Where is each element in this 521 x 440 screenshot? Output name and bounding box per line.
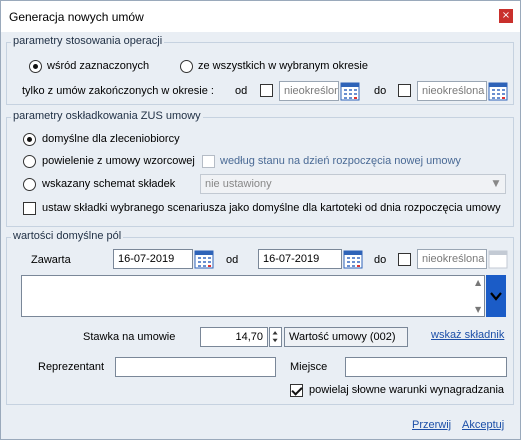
window-title: Generacja nowych umów <box>9 10 144 24</box>
representative-label: Reprezentant <box>38 361 105 373</box>
close-button[interactable]: × <box>499 9 513 23</box>
zawarta-label: Zawarta <box>31 254 71 266</box>
do-checkbox[interactable] <box>398 253 411 266</box>
od-date-field[interactable]: 16-07-2019 <box>258 249 342 269</box>
radio-zus-copy-label: powielenie z umowy wzorcowej <box>42 155 195 167</box>
scheme-select-value: nie ustawiony <box>205 178 272 190</box>
radio-all-in-period-label: ze wszystkich w wybranym okresie <box>198 60 368 72</box>
radio-zus-scheme[interactable] <box>23 178 36 191</box>
radio-all-in-period[interactable] <box>180 60 193 73</box>
ops-to-checkbox[interactable] <box>398 84 411 97</box>
operation-params-title: parametry stosowania operacji <box>11 35 165 47</box>
radio-selected-only[interactable] <box>29 60 42 73</box>
chevron-down-icon[interactable]: ▼ <box>487 175 505 193</box>
zus-params-title: parametry oskładkowania ZUS umowy <box>11 110 203 122</box>
calendar-icon[interactable] <box>340 81 360 101</box>
calendar-icon[interactable] <box>194 249 214 269</box>
ops-to-date-field[interactable]: nieokreślona <box>417 81 487 101</box>
default-values-title: wartości domyślne pól <box>11 230 124 242</box>
notes-memo[interactable]: ▲ ▼ <box>21 275 485 317</box>
chevron-down-icon <box>490 292 502 301</box>
show-component-link[interactable]: wskaż składnik <box>431 329 504 341</box>
radio-zus-copy[interactable] <box>23 155 36 168</box>
do-label: do <box>374 254 387 266</box>
dialog-content: parametry stosowania operacji wśród zazn… <box>1 32 520 439</box>
title-bar: Generacja nowych umów × <box>1 1 520 32</box>
radio-selected-only-label: wśród zaznaczonych <box>47 60 150 72</box>
place-field[interactable] <box>345 357 507 377</box>
ops-from-date-field[interactable]: nieokreślon <box>279 81 339 101</box>
ops-from-checkbox[interactable] <box>260 84 273 97</box>
cancel-link[interactable]: Przerwij <box>412 419 451 431</box>
calendar-icon[interactable] <box>488 249 508 269</box>
set-default-label: ustaw składki wybranego scenariusza jako… <box>42 202 501 214</box>
calendar-icon[interactable] <box>488 81 508 101</box>
representative-field[interactable] <box>115 357 276 377</box>
rate-label: Stawka na umowie <box>83 331 176 343</box>
od-label: od <box>226 254 239 266</box>
ended-only-label: tylko z umów zakończonych w okresie : <box>22 85 214 97</box>
copy-verbal-label: powielaj słowne warunki wynagradzania <box>309 384 505 396</box>
place-label: Miejsce <box>290 361 328 373</box>
radio-zus-scheme-label: wskazany schemat składek <box>42 178 176 190</box>
radio-zus-default-label: domyślne dla zleceniobiorcy <box>42 133 180 145</box>
zawarta-date-field[interactable]: 16-07-2019 <box>113 249 193 269</box>
spinner-arrows-icon <box>272 331 278 343</box>
per-state-checkbox[interactable] <box>202 155 215 168</box>
scroll-down-icon[interactable]: ▼ <box>475 305 481 314</box>
scheme-select[interactable]: nie ustawiony <box>200 174 506 194</box>
accept-link[interactable]: Akceptuj <box>462 419 504 431</box>
copy-verbal-checkbox[interactable] <box>290 384 303 397</box>
rate-spinner[interactable] <box>269 327 282 347</box>
scroll-up-icon[interactable]: ▲ <box>475 278 481 287</box>
ops-to-label: do <box>374 85 387 97</box>
zus-params-group: parametry oskładkowania ZUS umowy domyśl… <box>6 110 514 227</box>
default-values-group: wartości domyślne pól Zawarta 16-07-2019… <box>6 230 514 405</box>
dialog-window: Generacja nowych umów × parametry stosow… <box>0 0 521 440</box>
radio-zus-default[interactable] <box>23 133 36 146</box>
set-default-checkbox[interactable] <box>23 202 36 215</box>
do-date-field[interactable]: nieokreślona <box>417 249 487 269</box>
rate-field[interactable]: 14,70 <box>200 327 268 347</box>
calendar-icon[interactable] <box>343 249 363 269</box>
contract-value-box: Wartość umowy (002) <box>284 327 408 347</box>
per-state-label: według stanu na dzień rozpoczęcia nowej … <box>220 155 461 167</box>
memo-dropdown-button[interactable] <box>486 275 506 317</box>
ops-from-label: od <box>235 85 248 97</box>
operation-params-group: parametry stosowania operacji wśród zazn… <box>6 35 514 105</box>
